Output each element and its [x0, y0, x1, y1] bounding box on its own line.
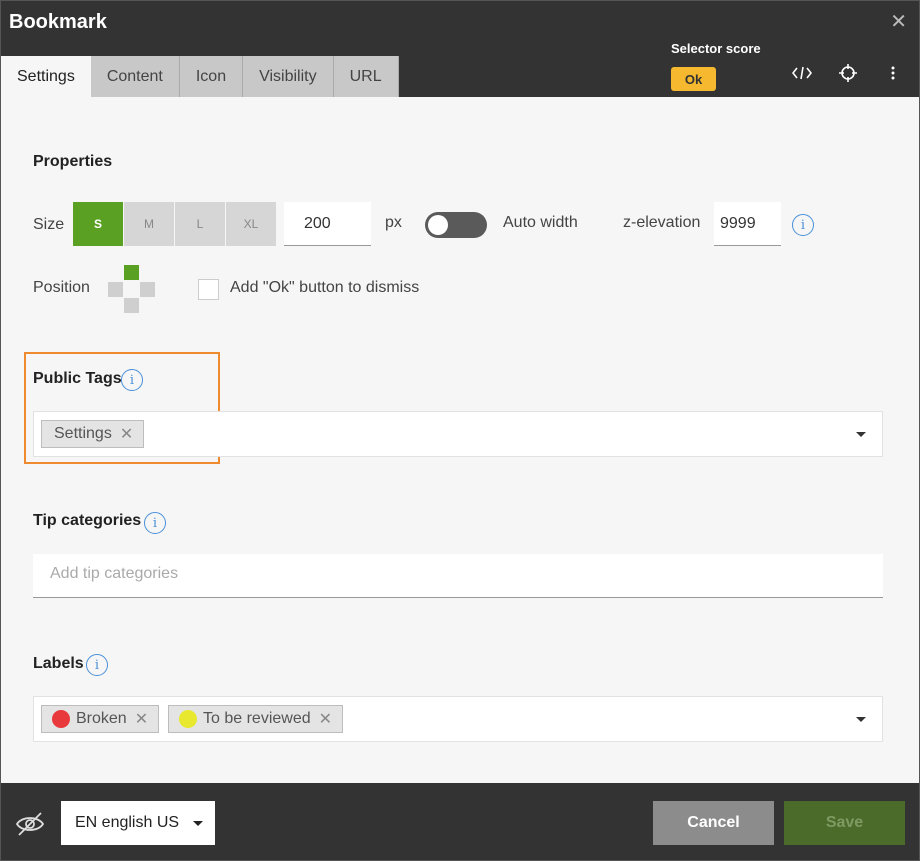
position-bottom[interactable] [124, 298, 139, 313]
tag-chip: Settings ✕ [41, 420, 145, 448]
dialog-header: Bookmark ✕ Settings Content Icon Visibil… [1, 1, 919, 97]
z-elevation-label: z-elevation [623, 214, 701, 231]
public-tags-title: Public Tags [33, 370, 122, 387]
properties-title: Properties [33, 153, 113, 170]
position-label: Position [33, 279, 90, 296]
public-tags-info-icon[interactable]: i [121, 369, 143, 391]
cancel-button[interactable]: Cancel [653, 801, 774, 845]
position-right[interactable] [140, 282, 155, 297]
tab-settings[interactable]: Settings [1, 56, 91, 97]
label-color-dot [179, 710, 197, 728]
width-input[interactable]: 200 [284, 202, 371, 246]
labels-info-icon[interactable]: i [86, 654, 108, 676]
code-icon[interactable] [790, 61, 814, 85]
chevron-down-icon[interactable] [856, 717, 866, 722]
language-select[interactable]: EN english US [61, 801, 215, 845]
size-m-button[interactable]: M [124, 202, 174, 246]
language-value: EN english US [75, 814, 180, 831]
tab-content[interactable]: Content [90, 56, 180, 97]
dialog-footer: EN english US Cancel Save [1, 783, 919, 860]
more-vertical-icon[interactable] [881, 61, 905, 85]
z-elevation-input[interactable]: 9999 [714, 202, 781, 246]
size-s-button[interactable]: S [73, 202, 123, 246]
labels-select[interactable]: Broken ✕ To be reviewed ✕ [33, 696, 883, 742]
auto-width-label: Auto width [503, 214, 578, 231]
tab-icon[interactable]: Icon [179, 56, 244, 97]
size-xl-button[interactable]: XL [226, 202, 276, 246]
size-selector: S M L XL [73, 202, 277, 246]
toggle-knob [428, 215, 448, 235]
tip-categories-input[interactable]: Add tip categories [33, 554, 883, 598]
save-button[interactable]: Save [784, 801, 905, 845]
position-top[interactable] [124, 265, 139, 280]
crosshair-icon[interactable] [836, 61, 860, 85]
label-chip-text: To be reviewed [203, 710, 311, 727]
tab-bar: Settings Content Icon Visibility URL [1, 56, 399, 97]
size-label: Size [33, 216, 65, 233]
dismiss-checkbox[interactable] [198, 279, 219, 300]
dialog-title: Bookmark [9, 11, 107, 33]
public-tags-select[interactable]: Settings ✕ [33, 411, 883, 457]
dismiss-label: Add "Ok" button to dismiss [230, 279, 420, 296]
z-elevation-info-icon[interactable]: i [792, 214, 814, 236]
eye-off-icon[interactable] [15, 811, 45, 837]
bookmark-dialog: Bookmark ✕ Settings Content Icon Visibil… [0, 0, 920, 861]
chevron-down-icon [193, 821, 203, 826]
selector-score-badge: Ok [671, 67, 716, 91]
tab-url[interactable]: URL [333, 56, 399, 97]
width-unit-label: px [385, 214, 402, 231]
auto-width-toggle[interactable] [425, 212, 487, 238]
label-color-dot [52, 710, 70, 728]
remove-tag-icon[interactable]: ✕ [120, 424, 133, 444]
label-chip-text: Broken [76, 710, 127, 727]
remove-label-icon[interactable]: ✕ [319, 709, 332, 729]
labels-title: Labels [33, 655, 84, 672]
tip-categories-title: Tip categories [33, 512, 142, 529]
tip-categories-placeholder: Add tip categories [50, 565, 179, 582]
close-icon[interactable]: ✕ [890, 9, 907, 34]
remove-label-icon[interactable]: ✕ [135, 709, 148, 729]
position-left[interactable] [108, 282, 123, 297]
chevron-down-icon[interactable] [856, 432, 866, 437]
label-chip-broken: Broken ✕ [41, 705, 160, 733]
selector-score-label: Selector score [671, 41, 761, 56]
tag-chip-label: Settings [54, 425, 112, 442]
label-chip-to-be-reviewed: To be reviewed ✕ [168, 705, 344, 733]
size-l-button[interactable]: L [175, 202, 225, 246]
tip-categories-info-icon[interactable]: i [144, 512, 166, 534]
tab-visibility[interactable]: Visibility [243, 56, 334, 97]
